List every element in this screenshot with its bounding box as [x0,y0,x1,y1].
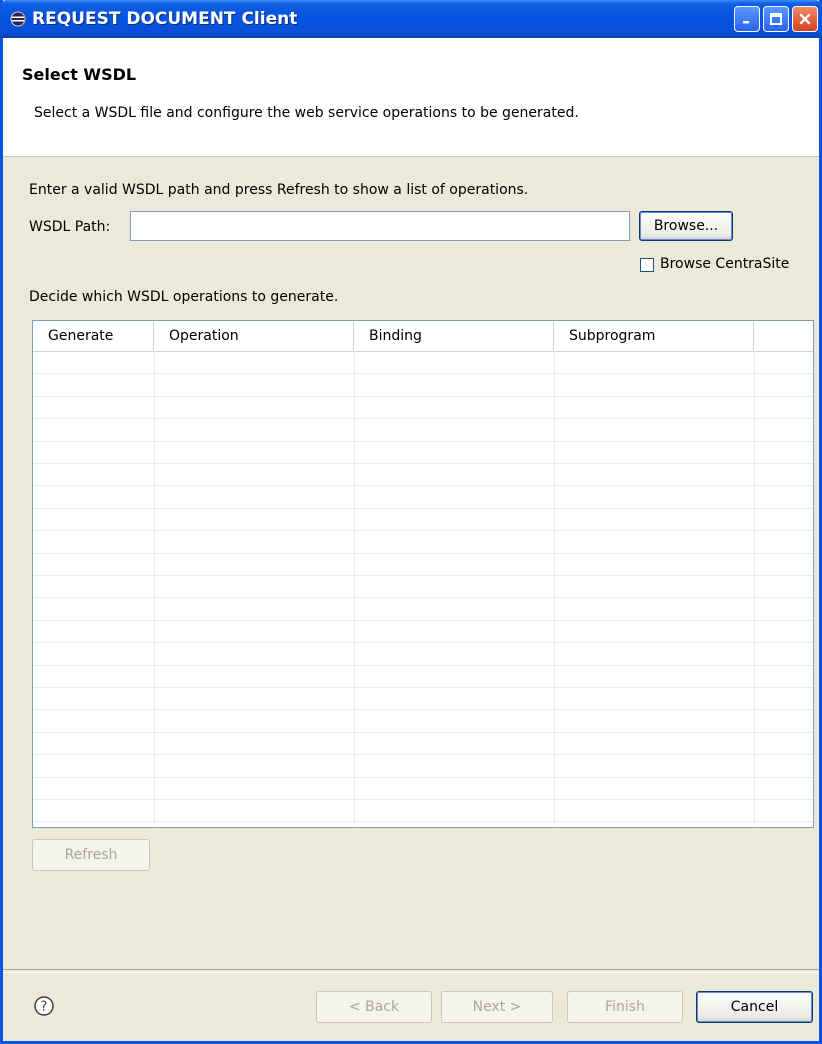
browse-centrasite-label[interactable]: Browse CentraSite [660,256,789,272]
column-divider [754,351,755,827]
cancel-button[interactable]: Cancel [696,991,813,1023]
column-divider [354,351,355,827]
table-row [33,373,813,374]
table-row [33,575,813,576]
minimize-icon [743,21,749,24]
table-row [33,418,813,419]
table-row [33,777,813,778]
back-button[interactable]: < Back [316,991,432,1023]
maximize-icon [770,13,782,25]
wsdl-path-input[interactable] [130,211,630,241]
page-description: Select a WSDL file and configure the web… [34,105,579,121]
table-row [33,396,813,397]
instruction-text: Enter a valid WSDL path and press Refres… [29,182,529,198]
table-row [33,799,813,800]
window-title: REQUEST DOCUMENT Client [32,9,298,29]
table-row [33,508,813,509]
next-button-label: Next > [472,999,522,1015]
minimize-button[interactable] [734,6,760,32]
operations-table[interactable]: Generate Operation Binding Subprogram [32,320,814,828]
maximize-button[interactable] [763,6,789,32]
table-row [33,553,813,554]
table-header: Generate Operation Binding Subprogram [33,321,813,352]
column-header-binding[interactable]: Binding [354,321,554,351]
eclipse-icon [10,11,26,27]
svg-text:?: ? [41,1000,48,1015]
close-icon [799,13,811,25]
table-row [33,485,813,486]
table-row [33,597,813,598]
browse-centrasite-checkbox[interactable] [640,258,654,272]
finish-button-label: Finish [605,999,645,1015]
table-row [33,687,813,688]
table-body [33,351,813,827]
footer-separator [3,969,819,973]
table-row [33,821,813,822]
browse-button[interactable]: Browse... [639,211,733,241]
operations-label: Decide which WSDL operations to generate… [29,289,339,305]
help-icon[interactable]: ? [33,995,55,1017]
table-row [33,754,813,755]
column-header-generate[interactable]: Generate [33,321,154,351]
browse-button-label: Browse... [653,218,719,234]
next-button[interactable]: Next > [441,991,553,1023]
wizard-header: Select WSDL Select a WSDL file and confi… [3,38,819,157]
table-row [33,709,813,710]
table-row [33,732,813,733]
page-title: Select WSDL [22,65,137,84]
back-button-label: < Back [348,999,400,1015]
window-controls [734,6,818,32]
refresh-button[interactable]: Refresh [32,839,150,871]
table-row [33,463,813,464]
column-header-operation[interactable]: Operation [154,321,354,351]
title-bar[interactable]: REQUEST DOCUMENT Client [0,0,822,38]
table-row [33,665,813,666]
finish-button[interactable]: Finish [567,991,683,1023]
column-divider [554,351,555,827]
table-row [33,441,813,442]
wsdl-path-label: WSDL Path: [29,219,111,235]
refresh-button-label: Refresh [64,847,118,863]
table-row [33,530,813,531]
close-button[interactable] [792,6,818,32]
column-header-subprogram[interactable]: Subprogram [554,321,754,351]
table-row [33,620,813,621]
dialog-window: REQUEST DOCUMENT Client Select WSDL Sele… [0,0,822,1044]
cancel-button-label: Cancel [730,999,779,1015]
column-divider [154,351,155,827]
table-row [33,642,813,643]
